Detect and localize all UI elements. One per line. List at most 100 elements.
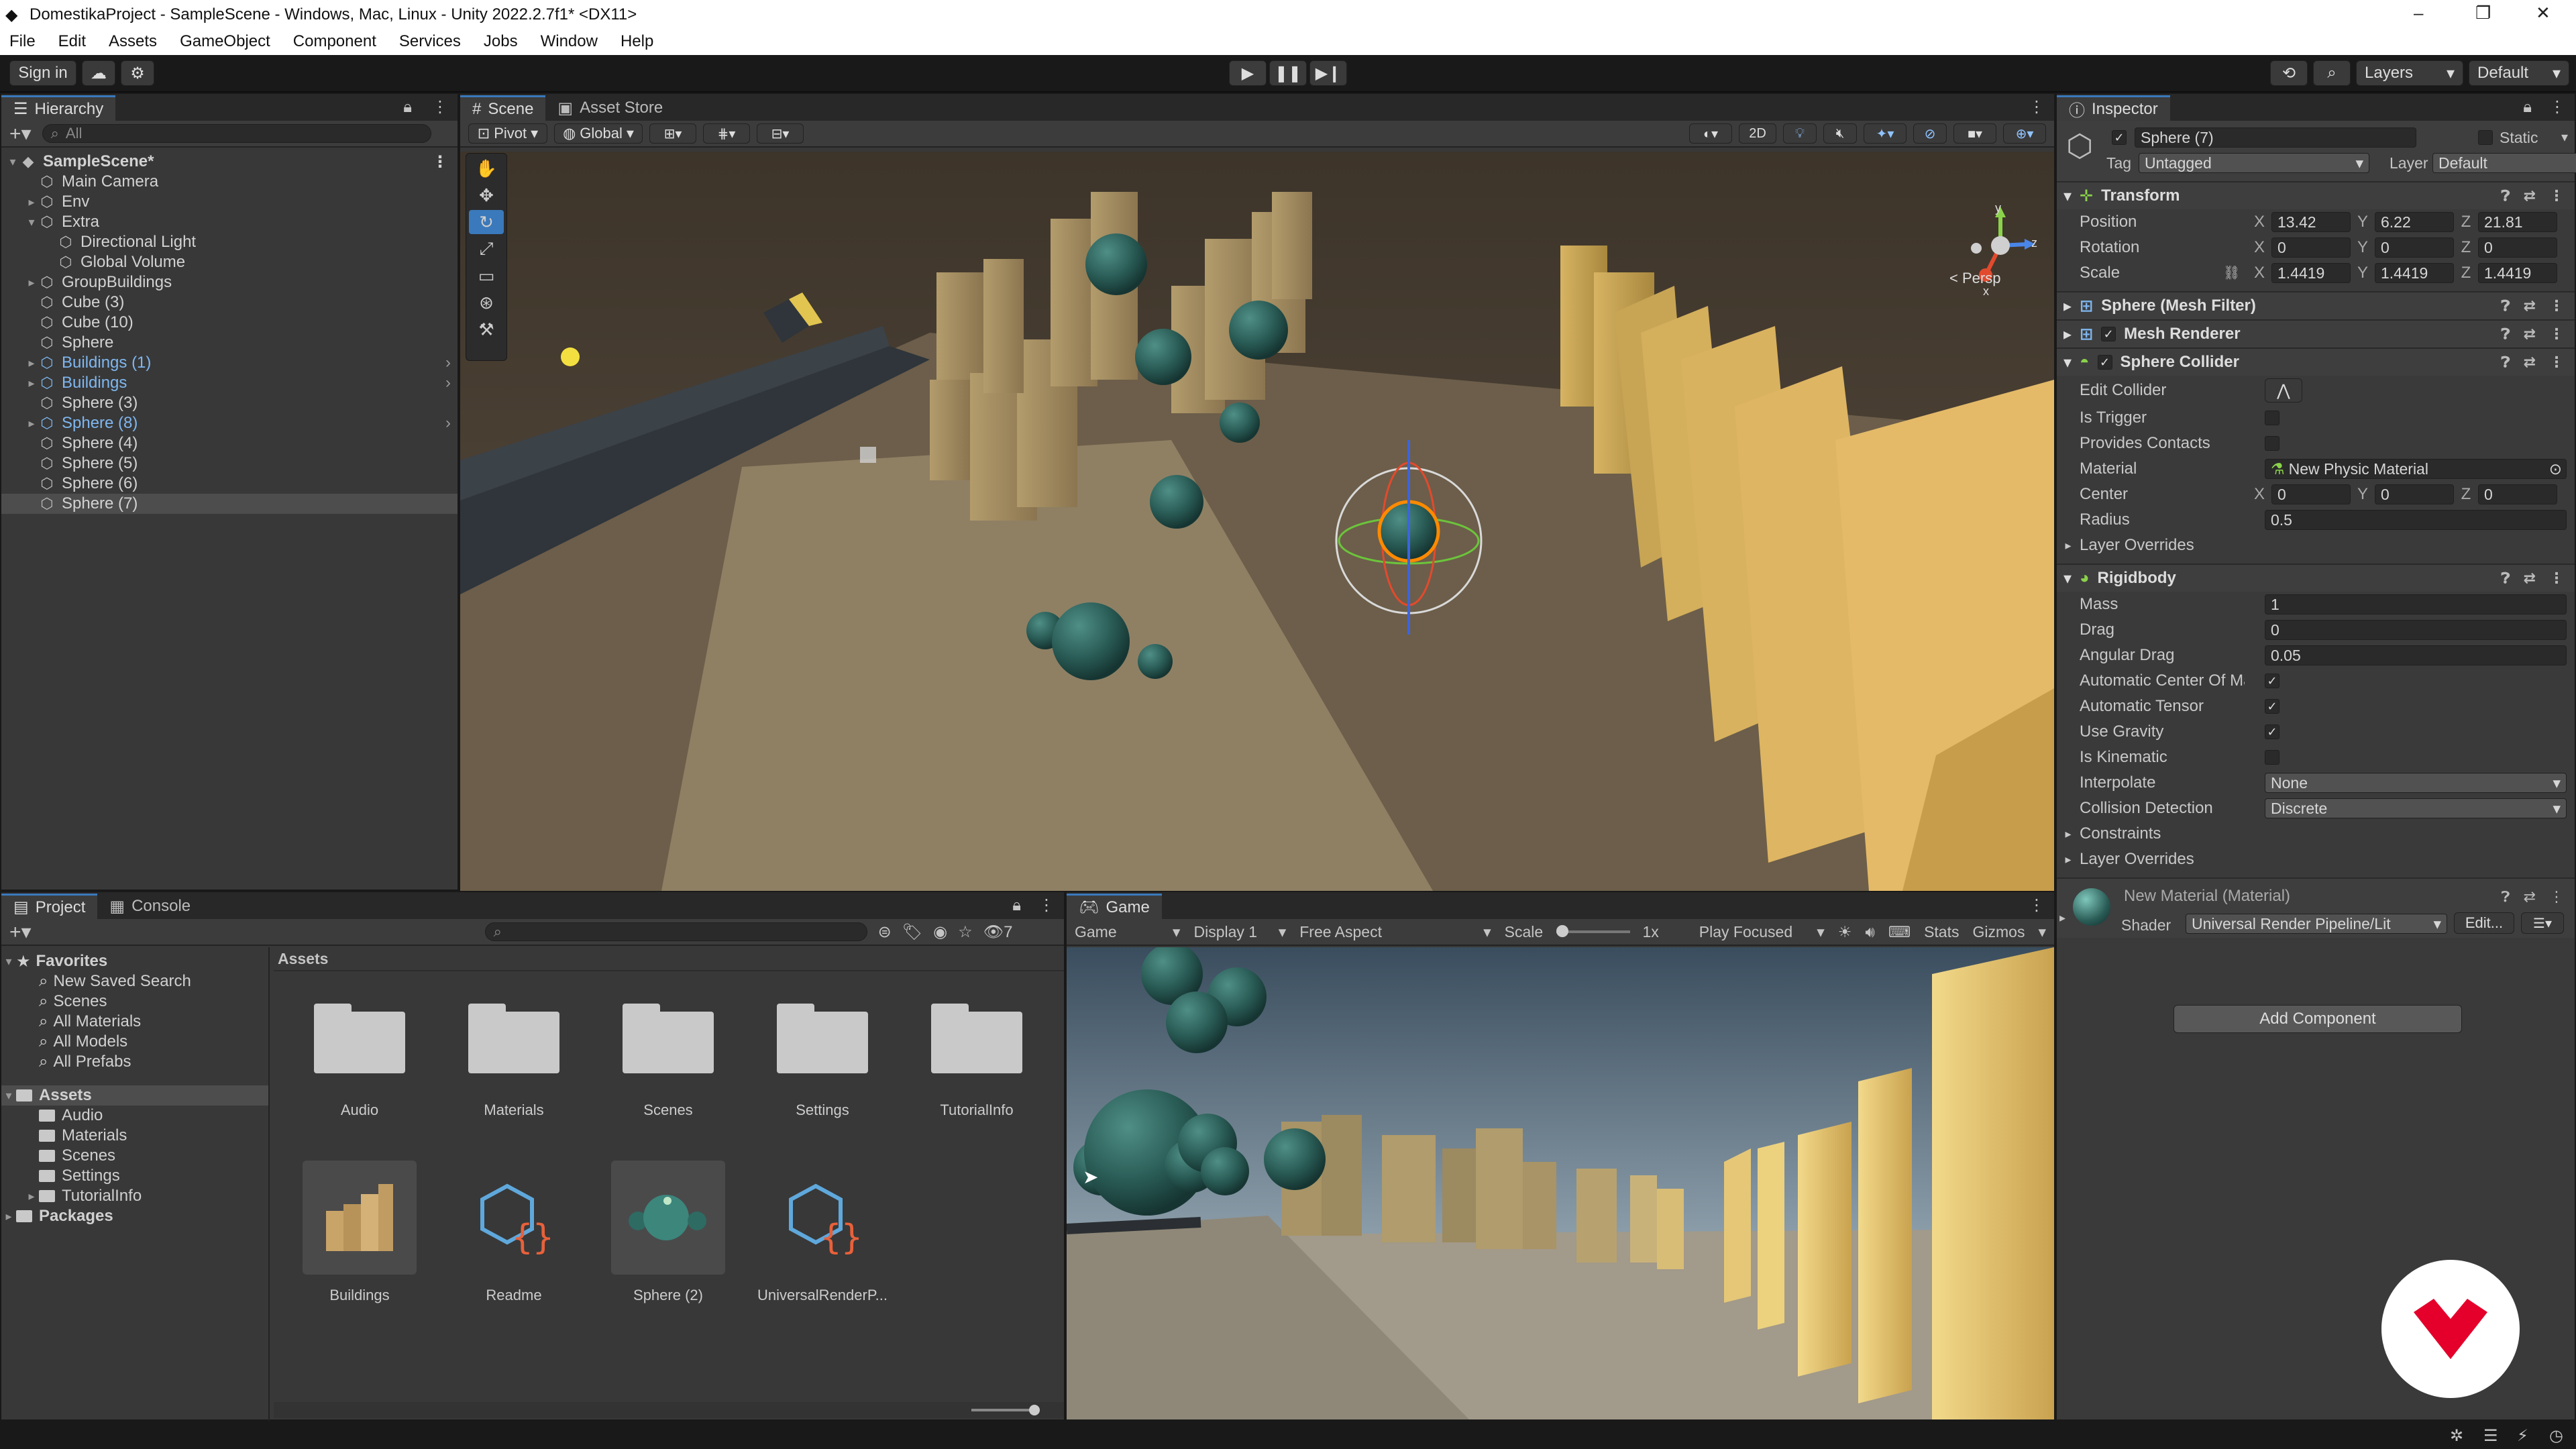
more-options-icon[interactable]: ⋮ <box>2549 187 2564 205</box>
menu-services[interactable]: Services <box>399 32 461 51</box>
mesh-renderer-enabled-checkbox[interactable]: ✓ <box>2101 327 2116 341</box>
foldout-arrow-icon[interactable]: ▸ <box>24 276 39 290</box>
stats-button[interactable]: Stats <box>1924 923 1959 941</box>
help-icon[interactable]: ❓︎ <box>2501 570 2510 587</box>
foldout-arrow-icon[interactable]: ▸ <box>24 195 39 209</box>
menu-gameobject[interactable]: GameObject <box>180 32 270 51</box>
rotation-z-field[interactable]: 0 <box>2478 237 2557 258</box>
scale-z-field[interactable]: 1.4419 <box>2478 263 2557 283</box>
favorite-item[interactable]: ⌕ New Saved Search <box>1 971 268 991</box>
gizmos-button[interactable]: Gizmos <box>1973 923 2025 941</box>
maximize-icon[interactable]: ❐ <box>2475 3 2491 23</box>
mesh-filter-header[interactable]: ▸ ⊞ Sphere (Mesh Filter) ❓︎ ⇄ ⋮ <box>2057 291 2575 319</box>
layer-dropdown[interactable]: Default▾ <box>2432 153 2576 173</box>
close-icon[interactable]: ✕ <box>2536 3 2551 23</box>
favorite-item[interactable]: ⌕ All Prefabs <box>1 1052 268 1072</box>
foldout-arrow-icon[interactable]: ▸ <box>24 376 39 390</box>
asset-item-folder[interactable]: Materials <box>447 1004 581 1119</box>
tab-console[interactable]: ▦ Console <box>97 894 203 919</box>
sphere-collider-enabled-checkbox[interactable]: ✓ <box>2097 355 2112 370</box>
asset-item-folder[interactable]: Audio <box>292 1004 427 1119</box>
active-checkbox[interactable]: ✓ <box>2112 130 2127 145</box>
chevron-down-icon[interactable]: ▾ <box>2038 923 2046 941</box>
asset-folder-item[interactable]: Materials <box>1 1126 268 1146</box>
hierarchy-item[interactable]: ▾ ⬡ Extra <box>1 212 458 232</box>
zoom-slider-handle[interactable] <box>1029 1405 1040 1415</box>
hierarchy-item[interactable]: ⬡ Sphere (4) <box>1 433 458 453</box>
layout-dropdown[interactable]: Default ▾ <box>2469 60 2569 86</box>
hierarchy-item[interactable]: ⬡ Sphere (5) <box>1 453 458 474</box>
search-icon[interactable]: ⌕ <box>2313 60 2351 86</box>
hierarchy-item[interactable]: ⬡ Sphere (3) <box>1 393 458 413</box>
increment-snap-icon[interactable]: ⊟▾ <box>757 123 804 144</box>
hidden-packages-icon[interactable]: 👁︎7 <box>983 922 1013 942</box>
favorite-item[interactable]: ⌕ All Materials <box>1 1012 268 1032</box>
perspective-label[interactable]: < Persp <box>1949 270 2000 287</box>
move-tool-icon[interactable]: ✥ <box>469 183 504 207</box>
prefab-open-chevron-icon[interactable]: › <box>445 414 451 433</box>
hierarchy-item[interactable]: ▾ ◆ SampleScene* ⋮ <box>1 152 458 172</box>
packages-section[interactable]: ▸ Packages <box>1 1206 268 1226</box>
sphere-collider-header[interactable]: ▾ ◓ ✓ Sphere Collider ❓︎ ⇄ ⋮ <box>2057 347 2575 376</box>
favorite-item[interactable]: ⌕ Scenes <box>1 991 268 1012</box>
rect-tool-icon[interactable]: ▭ <box>469 264 504 288</box>
menu-file[interactable]: File <box>9 32 36 51</box>
rotate-tool-icon[interactable]: ↻ <box>469 210 504 234</box>
more-options-icon[interactable]: ⋮ <box>2549 97 2565 117</box>
scale-slider[interactable] <box>1556 924 1631 940</box>
preset-icon[interactable]: ⇄ <box>2524 888 2536 906</box>
object-picker-icon[interactable]: ⊙ <box>2549 460 2562 478</box>
sign-in-button[interactable]: Sign in <box>9 60 76 86</box>
camera-settings-icon[interactable]: ■▾ <box>1953 123 1996 144</box>
display-dropdown[interactable]: Display 1 ▾ <box>1193 923 1286 941</box>
asset-item-sphere[interactable]: Sphere (2) <box>601 1161 735 1304</box>
zoom-slider-track[interactable] <box>971 1409 1032 1411</box>
tab-project[interactable]: ▤ Project <box>1 894 98 919</box>
tab-inspector[interactable]: ⓘ Inspector <box>2057 95 2170 121</box>
menu-assets[interactable]: Assets <box>109 32 157 51</box>
preset-icon[interactable]: ⇄ <box>2524 570 2536 587</box>
progress-icon[interactable]: ◷ <box>2549 1426 2563 1446</box>
package-filter-icon[interactable]: ◉ <box>933 922 947 942</box>
use-gravity-checkbox[interactable]: ✓ <box>2265 724 2279 739</box>
static-checkbox[interactable] <box>2478 130 2493 145</box>
custom-tool-icon[interactable]: ⚒ <box>469 317 504 341</box>
more-options-icon[interactable]: ⋮ <box>2029 896 2045 915</box>
prefab-open-chevron-icon[interactable]: › <box>445 374 451 392</box>
more-options-icon[interactable]: ⋮ <box>2549 325 2564 343</box>
scale-slider-handle[interactable] <box>1556 925 1569 937</box>
menu-jobs[interactable]: Jobs <box>484 32 518 51</box>
orientation-gizmo[interactable]: y z x <box>1960 201 2041 306</box>
favorites-section[interactable]: ▾ ★ Favorites <box>1 951 268 971</box>
help-icon[interactable]: ❓︎ <box>2501 354 2510 371</box>
more-options-icon[interactable]: ⋮ <box>2029 97 2045 117</box>
mesh-renderer-header[interactable]: ▸ ⊞ ✓ Mesh Renderer ❓︎ ⇄ ⋮ <box>2057 319 2575 347</box>
foldout-arrow-icon[interactable]: ▾ <box>24 215 39 229</box>
hierarchy-item[interactable]: ⬡ Global Volume <box>1 252 458 272</box>
asset-item-folder[interactable]: Settings <box>755 1004 890 1119</box>
shortcuts-icon[interactable]: ⌨ <box>1888 923 1911 941</box>
is-kinematic-checkbox[interactable] <box>2265 750 2279 765</box>
help-icon[interactable]: ❓︎ <box>2501 297 2510 315</box>
mute-audio-icon[interactable]: 🔊︎ <box>1865 923 1875 941</box>
rotation-y-field[interactable]: 0 <box>2375 237 2454 258</box>
hidden-objects-icon[interactable]: ⊘ <box>1913 123 1947 144</box>
pause-button[interactable]: ❚❚ <box>1269 60 1307 86</box>
bug-icon[interactable]: ✲ <box>2450 1426 2463 1446</box>
foldout-arrow-icon[interactable]: ▾ <box>5 155 20 169</box>
chevron-down-icon[interactable]: ▾ <box>2561 129 2568 146</box>
scale-tool-icon[interactable]: ⤢ <box>469 237 504 261</box>
cloud-icon[interactable]: ☁ <box>82 60 115 86</box>
favorites-star-icon[interactable]: ☆ <box>958 922 973 942</box>
preset-icon[interactable]: ⇄ <box>2524 187 2536 205</box>
preset-icon[interactable]: ⇄ <box>2524 354 2536 371</box>
play-button[interactable]: ▶ <box>1229 60 1267 86</box>
more-options-icon[interactable]: ⋮ <box>432 97 448 117</box>
aspect-dropdown[interactable]: Free Aspect ▾ <box>1299 923 1491 941</box>
help-icon[interactable]: ❓︎ <box>2501 325 2510 343</box>
interpolate-dropdown[interactable]: None ▾ <box>2265 773 2567 793</box>
menu-window[interactable]: Window <box>541 32 598 51</box>
tab-scene[interactable]: # Scene <box>460 95 546 121</box>
constraints-row[interactable]: ▸ Constraints <box>2057 821 2575 847</box>
help-icon[interactable]: ❓︎ <box>2501 187 2510 205</box>
